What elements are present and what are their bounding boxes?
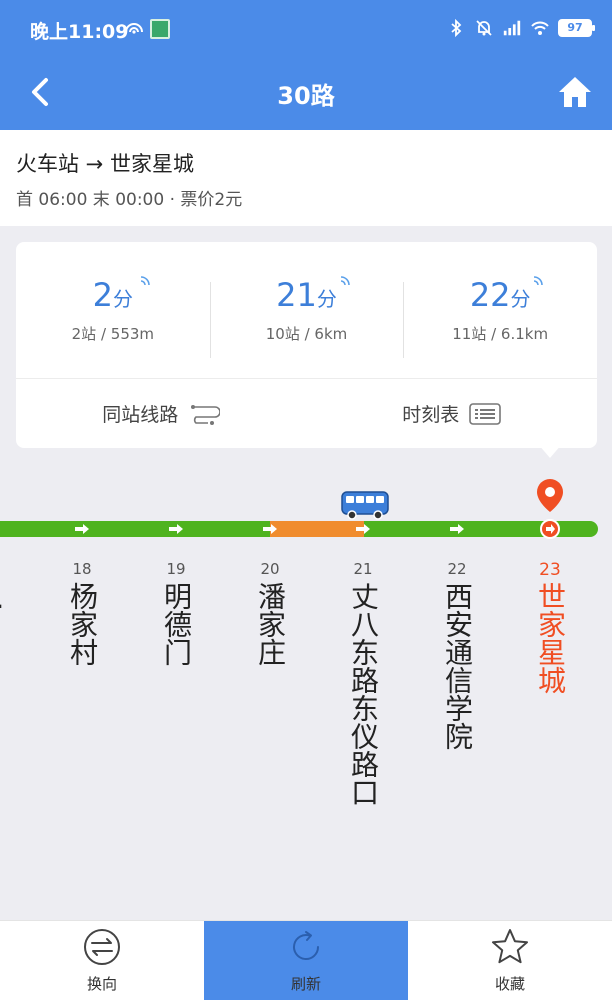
route-info: 火车站 → 世家星城 首 06:00 末 00:00 · 票价2元 [0, 130, 612, 226]
card-pointer [538, 444, 562, 458]
refresh-label: 刷新 [290, 975, 321, 993]
arrival-item[interactable]: 2分 2站 / 553m [16, 242, 210, 378]
direction-arrow-icon [75, 524, 89, 534]
bottom-toolbar: 换向 刷新 收藏 [0, 920, 612, 1000]
station-name: 潘家庄 [254, 582, 287, 666]
reverse-label: 换向 [86, 975, 117, 993]
bus-icon[interactable] [340, 490, 390, 522]
arrow-right-icon [546, 524, 555, 534]
station-number: 23 [539, 560, 561, 580]
station-item[interactable]: 18 杨家村 [62, 560, 102, 666]
signal-icon [503, 20, 521, 36]
destination-marker [540, 519, 560, 539]
arrival-card: 2分 2站 / 553m 21分 10站 / 6km 22分 11站 / 6.1… [16, 242, 597, 448]
favorite-button[interactable]: 收藏 [408, 921, 612, 1000]
station-name: 丈八东路东仪路口 [347, 582, 380, 806]
direction-arrow-icon [263, 524, 277, 534]
refresh-icon [293, 931, 319, 961]
station-number: 18 [72, 560, 92, 578]
same-station-lines-button[interactable]: 同站线路 [16, 379, 307, 448]
arrival-distance: 2站 / 553m [71, 325, 155, 343]
nav-bar: 30路 [0, 56, 612, 130]
station-name: 杨家村 [66, 582, 99, 666]
status-icons: 97 [446, 16, 595, 40]
direction-arrow-icon [450, 524, 464, 534]
timetable-button[interactable]: 时刻表 [307, 379, 598, 448]
arrival-time: 21分 [276, 276, 337, 314]
reverse-direction-button[interactable]: 换向 [0, 921, 204, 1000]
refresh-button[interactable]: 刷新 [204, 921, 408, 1000]
station-item[interactable]: 20 潘家庄 [250, 560, 290, 666]
status-bar: 晚上11:09 97 [0, 0, 612, 56]
direction-arrow-icon [356, 524, 370, 534]
battery-indicator: 97 [558, 19, 595, 37]
hotspot-icon [125, 23, 143, 34]
arrival-distance: 10站 / 6km [265, 325, 348, 343]
realtime-signal-icon [534, 276, 544, 286]
transfer-lines-icon [191, 404, 221, 425]
direction-arrow-icon [169, 524, 183, 534]
arrival-time: 22分 [469, 276, 531, 314]
station-item[interactable]: 21 丈八东路东仪路口 [343, 560, 383, 806]
home-icon[interactable] [556, 74, 594, 110]
route-line-congested-segment [270, 521, 364, 537]
arrival-list: 2分 2站 / 553m 21分 10站 / 6km 22分 11站 / 6.1… [16, 242, 597, 378]
station-number: 21 [353, 560, 373, 578]
status-time: 晚上11:09 [30, 21, 129, 43]
same-station-lines-label: 同站线路 [102, 404, 179, 426]
arrival-distance: 11站 / 6.1km [452, 325, 549, 343]
star-icon [492, 929, 528, 964]
route-schedule: 首 06:00 末 00:00 · 票价2元 [16, 190, 243, 210]
page-title: 30路 [277, 82, 335, 110]
station-item[interactable]: 22 西安通信学院 [437, 560, 477, 750]
station-number: 19 [166, 560, 186, 578]
destination-pin-icon [537, 479, 563, 512]
station-item-destination[interactable]: 23 世家星城 [530, 560, 570, 694]
arrival-time: 2分 [92, 276, 134, 314]
list-icon [469, 402, 502, 425]
realtime-signal-icon [140, 276, 150, 286]
app-notification-icon [150, 19, 170, 39]
card-actions: 同站线路 时刻表 [16, 379, 597, 448]
arrival-item[interactable]: 21分 10站 / 6km [209, 242, 404, 378]
station-name: 世家星城 [534, 582, 567, 694]
wifi-icon [531, 21, 549, 35]
station-partial[interactable]: … [0, 582, 6, 802]
station-item[interactable]: 19 明德门 [156, 560, 196, 666]
timetable-label: 时刻表 [402, 404, 460, 426]
station-name: 明德门 [160, 582, 193, 666]
route-direction: 火车站 → 世家星城 [16, 152, 194, 176]
bluetooth-icon [451, 18, 462, 38]
realtime-signal-icon [340, 276, 350, 286]
mute-bell-icon [476, 20, 492, 36]
station-number: 20 [260, 560, 280, 578]
station-name: 西安通信学院 [441, 582, 474, 750]
arrival-item[interactable]: 22分 11站 / 6.1km [403, 242, 597, 378]
favorite-label: 收藏 [494, 975, 525, 993]
swap-icon [84, 929, 120, 965]
station-number: 22 [447, 560, 467, 578]
